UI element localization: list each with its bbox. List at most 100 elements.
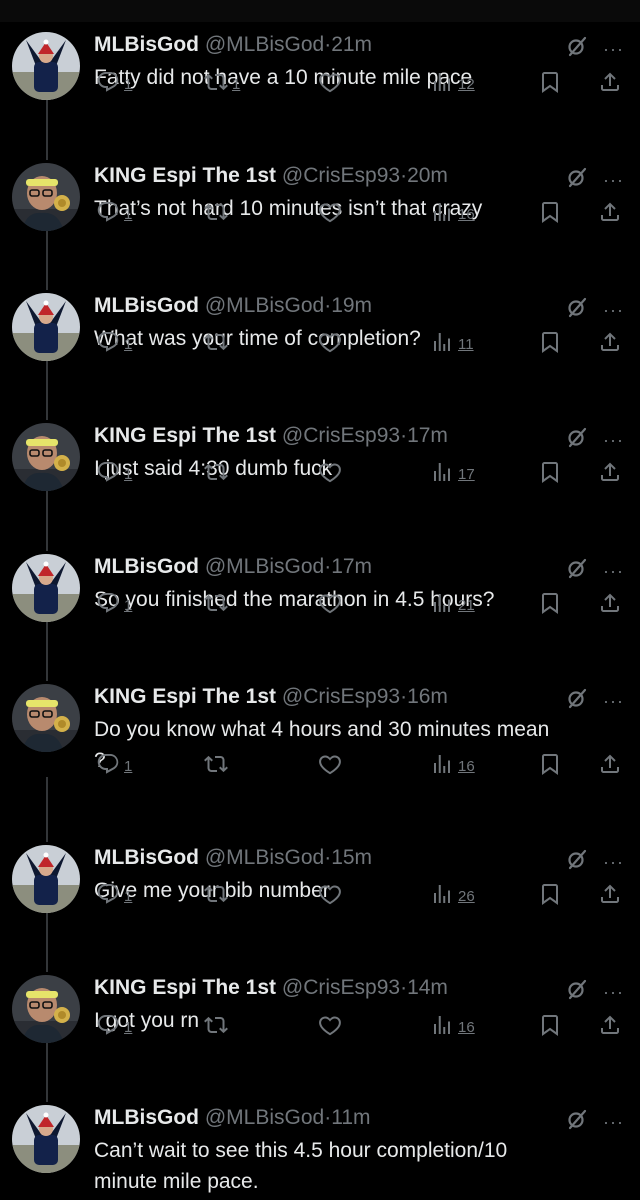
avatar[interactable]	[12, 554, 80, 622]
share-button[interactable]	[598, 460, 622, 489]
avatar[interactable]	[12, 163, 80, 231]
timestamp[interactable]: 19m	[331, 294, 372, 317]
more-options-icon[interactable]: ···	[603, 171, 624, 189]
share-button[interactable]	[598, 70, 622, 99]
grok-icon[interactable]	[565, 1107, 589, 1136]
avatar[interactable]	[12, 845, 80, 913]
user-handle[interactable]: @MLBisGod	[205, 294, 324, 317]
like-button[interactable]	[318, 70, 342, 99]
user-handle[interactable]: @MLBisGod	[205, 555, 324, 578]
grok-icon[interactable]	[565, 425, 589, 454]
display-name[interactable]: KING Espi The 1st	[94, 424, 276, 447]
share-button[interactable]	[598, 591, 622, 620]
avatar[interactable]	[12, 32, 80, 100]
timestamp[interactable]: 16m	[407, 685, 448, 708]
bookmark-button[interactable]	[538, 752, 562, 781]
like-button[interactable]	[318, 460, 342, 489]
more-options-icon[interactable]: ···	[603, 1113, 624, 1131]
timestamp[interactable]: 21m	[331, 33, 372, 56]
like-button[interactable]	[318, 1013, 342, 1042]
display-name[interactable]: MLBisGod	[94, 555, 199, 578]
grok-icon[interactable]	[565, 847, 589, 876]
user-handle[interactable]: @MLBisGod	[205, 33, 324, 56]
timestamp[interactable]: 15m	[331, 846, 372, 869]
more-options-icon[interactable]: ···	[603, 983, 624, 1001]
avatar[interactable]	[12, 975, 80, 1043]
like-button[interactable]	[318, 330, 342, 359]
repost-button[interactable]	[204, 200, 232, 229]
share-button[interactable]	[598, 752, 622, 781]
bookmark-button[interactable]	[538, 70, 562, 99]
views-button[interactable]: 21	[430, 591, 475, 620]
bookmark-button[interactable]	[538, 330, 562, 359]
bookmark-button[interactable]	[538, 882, 562, 911]
views-button[interactable]: 11	[430, 330, 474, 359]
more-options-icon[interactable]: ···	[603, 40, 624, 58]
repost-button[interactable]	[204, 330, 232, 359]
display-name[interactable]: KING Espi The 1st	[94, 976, 276, 999]
more-options-icon[interactable]: ···	[603, 431, 624, 449]
reply-button[interactable]: 1	[96, 330, 132, 359]
display-name[interactable]: MLBisGod	[94, 294, 199, 317]
views-button[interactable]: 16	[430, 752, 475, 781]
grok-icon[interactable]	[565, 165, 589, 194]
share-button[interactable]	[598, 330, 622, 359]
display-name[interactable]: MLBisGod	[94, 846, 199, 869]
reply-button[interactable]: 1	[96, 752, 132, 781]
avatar[interactable]	[12, 684, 80, 752]
grok-icon[interactable]	[565, 977, 589, 1006]
views-button[interactable]: 17	[430, 460, 475, 489]
avatar[interactable]	[12, 423, 80, 491]
user-handle[interactable]: @CrisEsp93	[282, 424, 400, 447]
grok-icon[interactable]	[565, 556, 589, 585]
more-options-icon[interactable]: ···	[603, 853, 624, 871]
reply-button[interactable]: 1	[96, 1013, 132, 1042]
user-handle[interactable]: @CrisEsp93	[282, 976, 400, 999]
repost-button[interactable]	[204, 752, 232, 781]
views-button[interactable]: 16	[430, 200, 475, 229]
timestamp[interactable]: 20m	[407, 164, 448, 187]
like-button[interactable]	[318, 200, 342, 229]
repost-button[interactable]	[204, 591, 232, 620]
display-name[interactable]: KING Espi The 1st	[94, 685, 276, 708]
bookmark-button[interactable]	[538, 460, 562, 489]
grok-icon[interactable]	[565, 686, 589, 715]
display-name[interactable]: MLBisGod	[94, 33, 199, 56]
repost-button[interactable]: 1	[204, 70, 240, 99]
grok-icon[interactable]	[565, 34, 589, 63]
timestamp[interactable]: 17m	[331, 555, 372, 578]
more-options-icon[interactable]: ···	[603, 301, 624, 319]
views-button[interactable]: 12	[430, 70, 475, 99]
share-button[interactable]	[598, 200, 622, 229]
bookmark-button[interactable]	[538, 1013, 562, 1042]
user-handle[interactable]: @MLBisGod	[205, 846, 324, 869]
timestamp[interactable]: 17m	[407, 424, 448, 447]
avatar[interactable]	[12, 1105, 80, 1173]
reply-button[interactable]: 1	[96, 200, 132, 229]
like-button[interactable]	[318, 591, 342, 620]
reply-button[interactable]: 1	[96, 70, 132, 99]
views-button[interactable]: 26	[430, 882, 475, 911]
repost-button[interactable]	[204, 1013, 232, 1042]
user-handle[interactable]: @CrisEsp93	[282, 164, 400, 187]
display-name[interactable]: KING Espi The 1st	[94, 164, 276, 187]
views-button[interactable]: 16	[430, 1013, 475, 1042]
bookmark-button[interactable]	[538, 200, 562, 229]
bookmark-button[interactable]	[538, 591, 562, 620]
display-name[interactable]: MLBisGod	[94, 1106, 199, 1129]
like-button[interactable]	[318, 752, 342, 781]
like-button[interactable]	[318, 882, 342, 911]
more-options-icon[interactable]: ···	[603, 562, 624, 580]
grok-icon[interactable]	[565, 295, 589, 324]
reply-button[interactable]: 1	[96, 591, 132, 620]
reply-button[interactable]: 1	[96, 882, 132, 911]
repost-button[interactable]	[204, 882, 232, 911]
share-button[interactable]	[598, 882, 622, 911]
avatar[interactable]	[12, 293, 80, 361]
more-options-icon[interactable]: ···	[603, 692, 624, 710]
share-button[interactable]	[598, 1013, 622, 1042]
user-handle[interactable]: @MLBisGod	[205, 1106, 324, 1129]
user-handle[interactable]: @CrisEsp93	[282, 685, 400, 708]
timestamp[interactable]: 11m	[331, 1106, 370, 1129]
timestamp[interactable]: 14m	[407, 976, 448, 999]
